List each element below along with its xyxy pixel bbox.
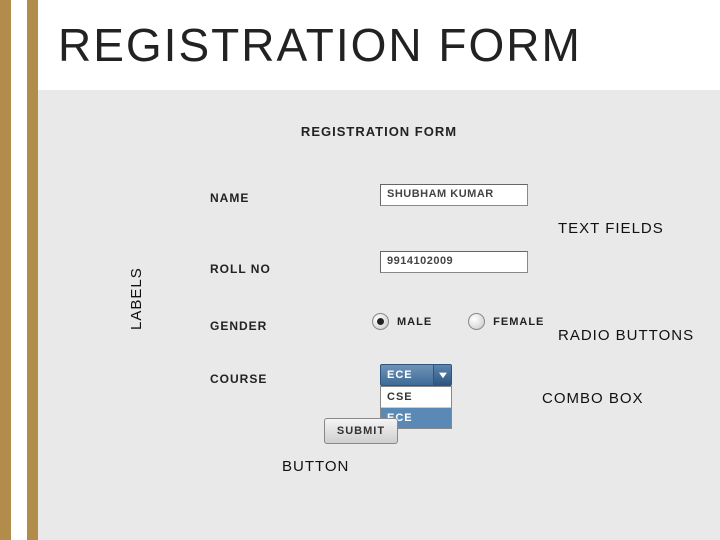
label-gender: GENDER bbox=[210, 319, 267, 333]
combo-selected-text: ECE bbox=[381, 369, 433, 381]
annotation-labels: LABELS bbox=[128, 267, 145, 330]
form-screenshot-panel: REGISTRATION FORM NAME ROLL NO GENDER CO… bbox=[38, 90, 720, 540]
chevron-down-icon[interactable] bbox=[433, 365, 451, 385]
page-title: REGISTRATION FORM bbox=[58, 18, 582, 72]
label-course: COURSE bbox=[210, 372, 267, 386]
combo-option-cse[interactable]: CSE bbox=[381, 387, 451, 407]
radio-female-label: FEMALE bbox=[493, 316, 544, 328]
submit-button[interactable]: SUBMIT bbox=[324, 418, 398, 444]
roll-field[interactable]: 9914102009 bbox=[380, 251, 528, 273]
label-name: NAME bbox=[210, 191, 249, 205]
label-roll: ROLL NO bbox=[210, 262, 271, 276]
annotation-textfields: TEXT FIELDS bbox=[558, 220, 664, 237]
name-field[interactable]: SHUBHAM KUMAR bbox=[380, 184, 528, 206]
combo-selected[interactable]: ECE bbox=[380, 364, 452, 386]
left-accent-stripe bbox=[0, 0, 38, 540]
radio-female[interactable] bbox=[468, 313, 485, 330]
radio-male[interactable] bbox=[372, 313, 389, 330]
gender-radio-group: MALE FEMALE bbox=[372, 313, 572, 330]
radio-male-label: MALE bbox=[397, 316, 432, 328]
annotation-combo: COMBO BOX bbox=[542, 390, 644, 407]
form-heading: REGISTRATION FORM bbox=[301, 124, 457, 139]
slide: REGISTRATION FORM REGISTRATION FORM NAME… bbox=[0, 0, 720, 540]
annotation-button: BUTTON bbox=[282, 458, 349, 475]
annotation-radio: RADIO BUTTONS bbox=[558, 327, 694, 344]
